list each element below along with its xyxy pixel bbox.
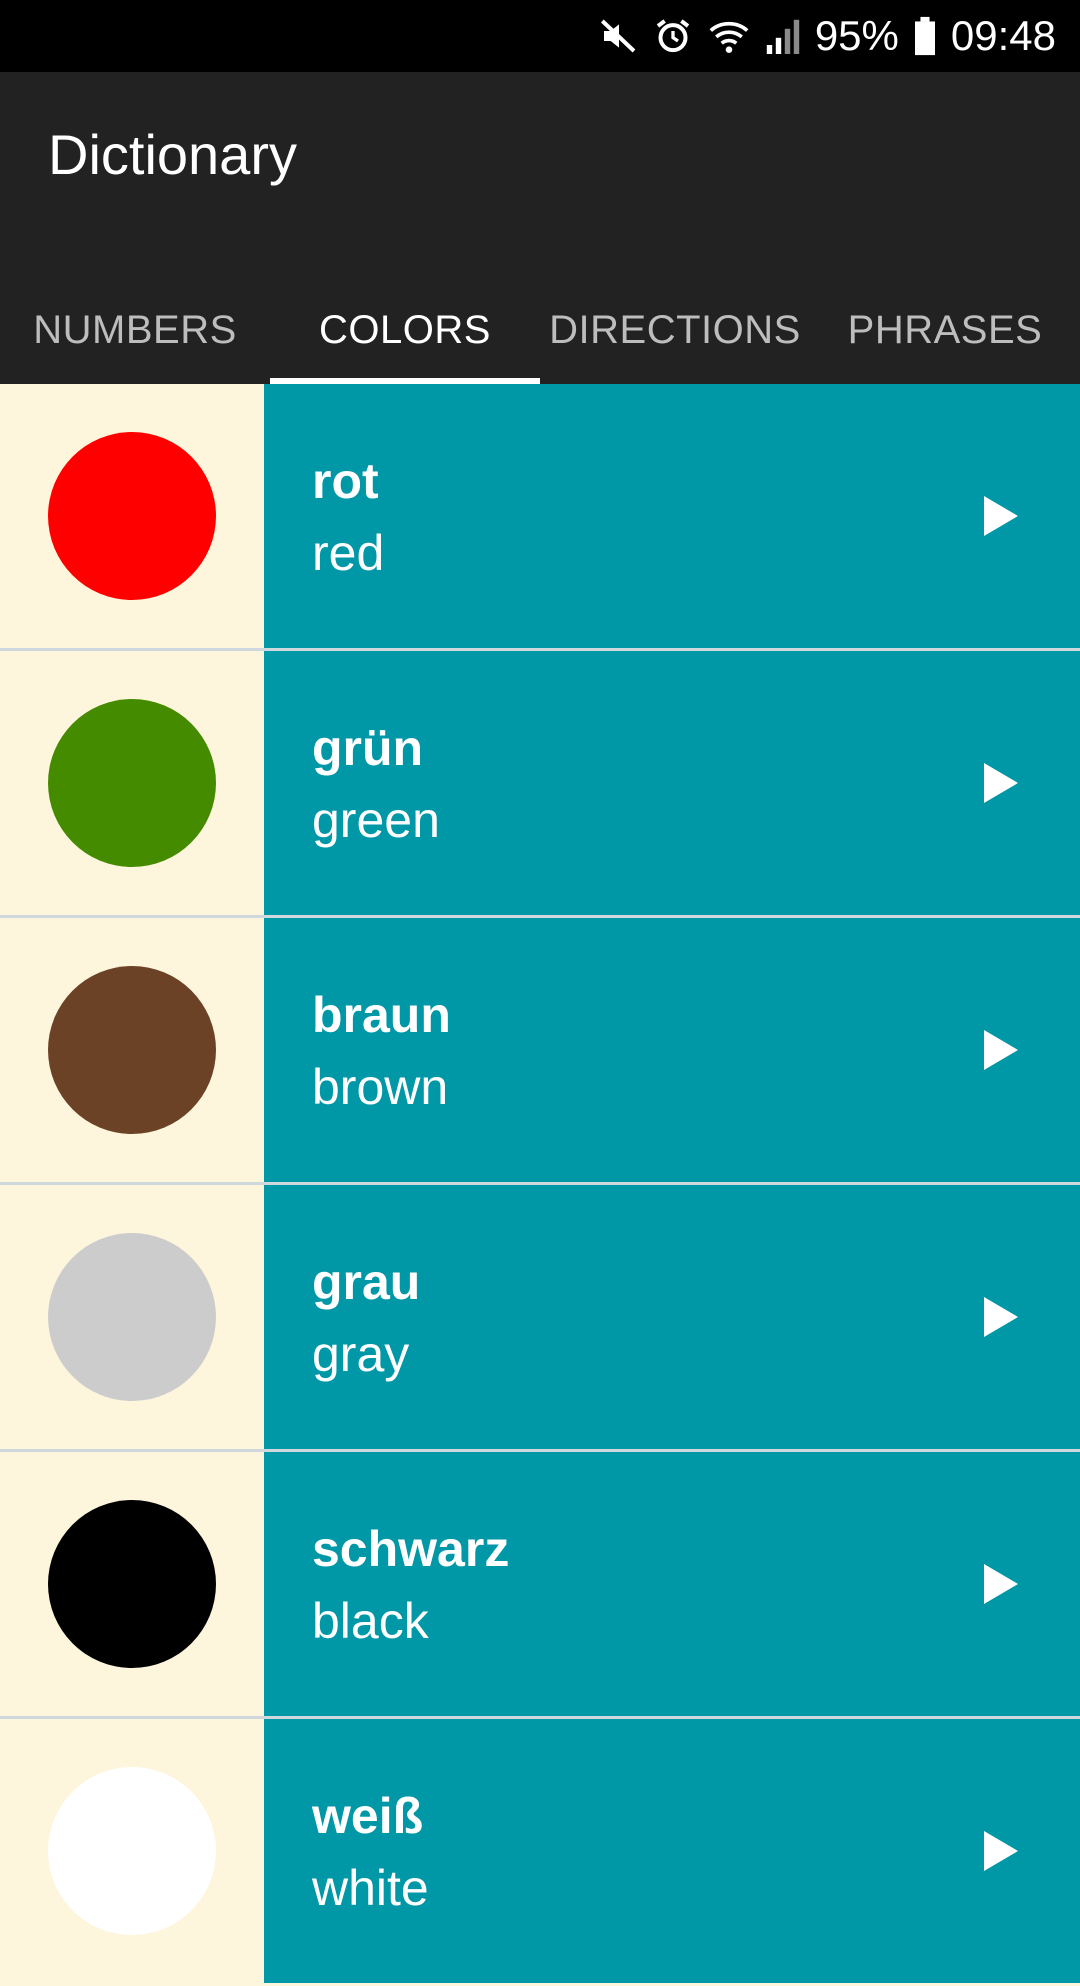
tab-colors[interactable]: COLORS — [270, 308, 540, 384]
play-icon[interactable] — [984, 1030, 1018, 1070]
english-word: gray — [312, 1326, 410, 1382]
german-word: grau — [312, 1254, 421, 1310]
word-text-container: rot red — [264, 384, 1080, 648]
word-text-container: grün green — [264, 651, 1080, 915]
list-item[interactable]: rot red — [0, 384, 1080, 651]
english-word: white — [312, 1860, 429, 1916]
word-text-container: schwarz black — [264, 1452, 1080, 1716]
english-word: brown — [312, 1059, 449, 1115]
play-icon[interactable] — [984, 1297, 1018, 1337]
color-swatch-container — [0, 918, 264, 1182]
tab-bar: NUMBERS COLORS DIRECTIONS PHRASES — [0, 308, 1080, 384]
clock: 09:48 — [950, 12, 1056, 59]
german-word: weiß — [312, 1788, 424, 1844]
color-swatch — [48, 1500, 216, 1668]
german-word: schwarz — [312, 1521, 510, 1577]
german-word: grün — [312, 720, 424, 776]
tab-phrases[interactable]: PHRASES — [810, 308, 1080, 384]
color-swatch-container — [0, 1185, 264, 1449]
german-word: rot — [312, 453, 379, 509]
color-swatch-container — [0, 1452, 264, 1716]
list-item[interactable]: grün green — [0, 651, 1080, 918]
color-swatch — [48, 432, 216, 600]
battery-percent: 95% — [814, 12, 899, 59]
status-icons: 95% 09:48 — [599, 0, 1056, 72]
list-item[interactable]: grau gray — [0, 1185, 1080, 1452]
tab-directions[interactable]: DIRECTIONS — [540, 308, 810, 384]
color-swatch — [48, 699, 216, 867]
color-swatch-container — [0, 1719, 264, 1983]
play-icon[interactable] — [984, 1831, 1018, 1871]
color-swatch — [48, 966, 216, 1134]
battery-icon — [913, 16, 937, 56]
english-word: green — [312, 792, 440, 848]
list-item[interactable]: braun brown — [0, 918, 1080, 1185]
play-icon[interactable] — [984, 496, 1018, 536]
color-swatch — [48, 1233, 216, 1401]
german-word: braun — [312, 987, 451, 1043]
play-icon[interactable] — [984, 1564, 1018, 1604]
tab-numbers[interactable]: NUMBERS — [0, 308, 270, 384]
alarm-icon — [653, 16, 693, 56]
word-text-container: braun brown — [264, 918, 1080, 1182]
word-text-container: grau gray — [264, 1185, 1080, 1449]
status-bar: 95% 09:48 — [0, 0, 1080, 72]
signal-icon — [765, 16, 801, 56]
color-swatch-container — [0, 384, 264, 648]
play-icon[interactable] — [984, 763, 1018, 803]
wifi-icon — [707, 16, 751, 56]
app-bar: Dictionary NUMBERS COLORS DIRECTIONS PHR… — [0, 72, 1080, 384]
english-word: red — [312, 525, 385, 581]
word-text-container: weiß white — [264, 1719, 1080, 1983]
word-list: rot red grün green braun brown grau gray… — [0, 384, 1080, 1986]
list-item[interactable]: weiß white — [0, 1719, 1080, 1983]
color-swatch-container — [0, 651, 264, 915]
english-word: black — [312, 1593, 429, 1649]
color-swatch — [48, 1767, 216, 1935]
list-item[interactable]: schwarz black — [0, 1452, 1080, 1719]
app-title: Dictionary — [48, 123, 297, 186]
mute-icon — [599, 16, 639, 56]
